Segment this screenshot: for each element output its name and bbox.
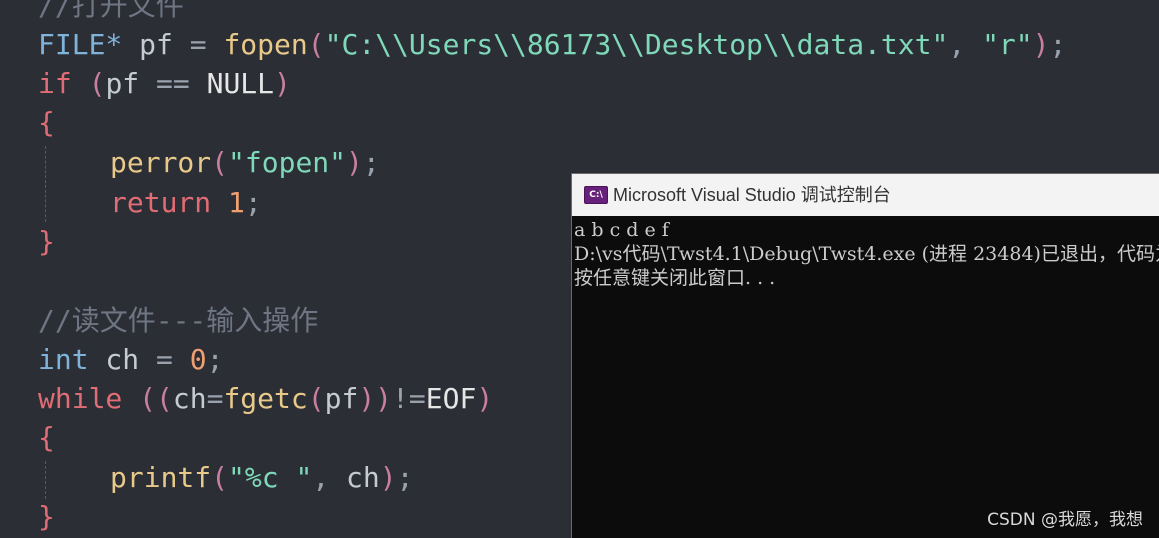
comment-text: //读文件---输入操作 xyxy=(38,304,319,337)
keyword-token: if xyxy=(38,67,72,100)
code-line-if: if (pf == NULL) xyxy=(38,64,291,103)
brace: } xyxy=(38,500,55,533)
paren: ) xyxy=(1032,28,1050,61)
var-token: pf xyxy=(324,382,359,415)
console-output-line: D:\vs代码\Twst4.1\Debug\Twst4.exe (进程 2348… xyxy=(574,243,1159,265)
not-equal-op: != xyxy=(392,382,426,415)
code-line-return: return 1; xyxy=(110,183,262,222)
paren: ) xyxy=(476,382,494,415)
paren: ( xyxy=(88,67,106,100)
assign-op: = xyxy=(206,382,224,415)
code-line-brace-open: { xyxy=(38,418,55,457)
paren: ) xyxy=(274,67,291,100)
semicolon: ; xyxy=(206,343,224,376)
paren: (( xyxy=(139,382,173,415)
keyword-token: while xyxy=(38,382,123,415)
code-line-fopen: FILE* pf = fopen("C:\\Users\\86173\\Desk… xyxy=(38,25,1066,64)
code-line-while: while ((ch=fgetc(pf))!=EOF) xyxy=(38,379,493,418)
paren: ( xyxy=(307,28,325,61)
comment-text: //打开文件 xyxy=(38,0,184,22)
paren: ) xyxy=(346,146,363,179)
assign-op: = xyxy=(156,343,173,376)
console-output-line: a b c d e f xyxy=(574,219,669,241)
brace: { xyxy=(38,106,55,139)
paren: ( xyxy=(211,146,229,179)
keyword-token: return xyxy=(110,186,212,219)
func-token: perror xyxy=(110,146,212,179)
func-token: printf xyxy=(110,461,212,494)
comment-open-file: //打开文件 xyxy=(38,0,184,25)
console-title-bar[interactable]: C:\ Microsoft Visual Studio 调试控制台 xyxy=(572,174,1159,216)
paren: )) xyxy=(358,382,393,415)
func-token: fopen xyxy=(223,28,308,61)
comma: , xyxy=(948,28,983,61)
brace: { xyxy=(38,421,55,454)
eof-token: EOF xyxy=(425,382,477,415)
code-line-int: int ch = 0; xyxy=(38,340,223,379)
brace: } xyxy=(38,225,55,258)
string-token: "%c " xyxy=(228,461,313,494)
var-token: ch xyxy=(88,343,157,376)
code-line-brace-open: { xyxy=(38,103,55,142)
number-token: 0 xyxy=(189,343,207,376)
string-token: "fopen" xyxy=(228,146,347,179)
semicolon: ; xyxy=(396,461,414,494)
semicolon: ; xyxy=(362,146,380,179)
paren: ( xyxy=(211,461,229,494)
null-token: NULL xyxy=(206,67,275,100)
string-token: "r" xyxy=(982,28,1033,61)
paren: ) xyxy=(379,461,397,494)
string-token: "C:\\Users\\86173\\Desktop\\data.txt" xyxy=(324,28,949,61)
compare-op: == xyxy=(139,67,207,100)
code-line-brace-close: } xyxy=(38,222,55,261)
type-token: int xyxy=(38,343,89,376)
assign-op: = xyxy=(189,28,207,61)
code-line-perror: perror("fopen"); xyxy=(110,143,380,182)
debug-console-window[interactable]: C:\ Microsoft Visual Studio 调试控制台 a b c … xyxy=(571,173,1159,538)
comment-read-file: //读文件---输入操作 xyxy=(38,301,318,340)
func-token: fgetc xyxy=(223,382,308,415)
console-output[interactable]: a b c d e f D:\vs代码\Twst4.1\Debug\Twst4.… xyxy=(572,216,1159,538)
console-output-line: 按任意键关闭此窗口. . . xyxy=(574,267,776,289)
paren: ( xyxy=(307,382,325,415)
semicolon: ; xyxy=(244,186,262,219)
semicolon: ; xyxy=(1049,28,1067,61)
var-token: ch xyxy=(346,461,380,494)
csdn-watermark: CSDN @我愿，我想 xyxy=(987,510,1143,530)
type-token: FILE* xyxy=(38,28,123,61)
number-token: 1 xyxy=(228,186,245,219)
var-token: ch xyxy=(172,382,207,415)
var-token: pf xyxy=(105,67,140,100)
code-line-brace-close: } xyxy=(38,497,55,536)
var-token: pf xyxy=(122,28,190,61)
console-title: Microsoft Visual Studio 调试控制台 xyxy=(613,185,891,205)
console-app-icon: C:\ xyxy=(584,186,608,204)
indent-guide xyxy=(45,461,46,499)
comma: , xyxy=(312,461,347,494)
indent-guide xyxy=(45,146,46,222)
code-line-printf: printf("%c ", ch); xyxy=(110,458,413,497)
